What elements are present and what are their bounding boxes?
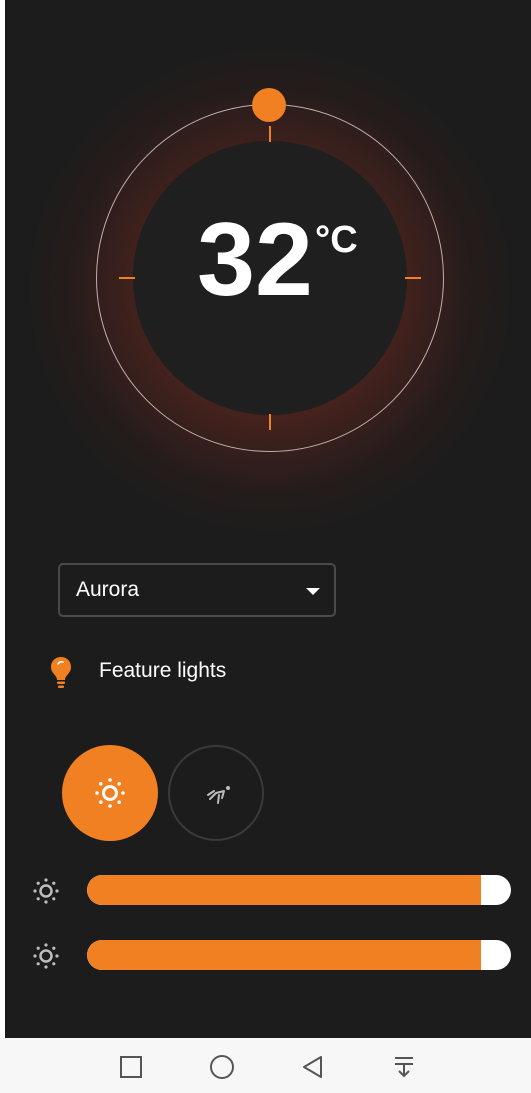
dial-tick-left [119, 277, 135, 279]
temperature-value: 32 [197, 202, 313, 318]
notification-pulldown-icon[interactable] [389, 1052, 419, 1082]
feature-lights-label: Feature lights [99, 659, 227, 682]
feature-lights-row: Feature lights [50, 654, 350, 690]
sun-mode-button[interactable] [62, 745, 158, 841]
brightness-icon [33, 943, 59, 969]
recent-apps-square-icon[interactable] [116, 1052, 146, 1082]
preset-dropdown[interactable]: Aurora [58, 563, 336, 617]
back-triangle-icon[interactable] [298, 1052, 328, 1082]
temperature-unit: °C [315, 219, 358, 261]
dial-tick-top [269, 126, 271, 142]
brightness-slider[interactable] [87, 875, 511, 905]
brightness-slider-fill [87, 875, 482, 905]
brightness-slider-row [30, 875, 511, 905]
system-navigation-bar [0, 1038, 531, 1093]
lightbulb-icon [50, 656, 72, 690]
brightness-slider[interactable] [87, 940, 511, 970]
brightness-slider-row [30, 940, 511, 970]
thermostat-app: 32 °C Aurora Feature lights [5, 0, 531, 1038]
dial-tick-bottom [269, 414, 271, 430]
dial-tick-right [405, 277, 421, 279]
running-figure-icon [207, 786, 230, 804]
brightness-icon [33, 878, 59, 904]
sun-icon [95, 778, 125, 808]
temperature-dial-knob[interactable] [252, 88, 286, 122]
brightness-slider-fill [87, 940, 482, 970]
running-mode-button[interactable] [168, 745, 264, 841]
home-circle-icon[interactable] [207, 1052, 237, 1082]
preset-dropdown-value: Aurora [76, 578, 140, 601]
chevron-down-icon [306, 588, 320, 595]
